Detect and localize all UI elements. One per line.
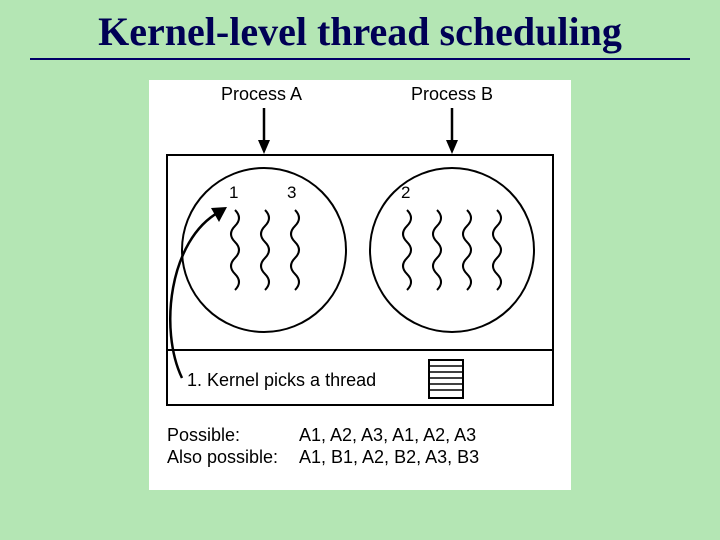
also-possible-label: Also possible: — [167, 447, 278, 468]
also-possible-seq: A1, B1, A2, B2, A3, B3 — [299, 447, 479, 468]
slide-title: Kernel-level thread scheduling — [0, 8, 720, 55]
thread-a3-num: 3 — [287, 183, 296, 203]
diagram-panel: Process A Process B — [149, 80, 571, 490]
possible-seq: A1, A2, A3, A1, A2, A3 — [299, 425, 476, 446]
thread-a1-num: 1 — [229, 183, 238, 203]
possible-label: Possible: — [167, 425, 240, 446]
title-underline — [30, 58, 690, 60]
kernel-caption: 1. Kernel picks a thread — [187, 370, 376, 391]
thread-b2-num: 2 — [401, 183, 410, 203]
slide: Kernel-level thread scheduling Process A… — [0, 0, 720, 540]
thread-table-icon — [429, 360, 463, 398]
